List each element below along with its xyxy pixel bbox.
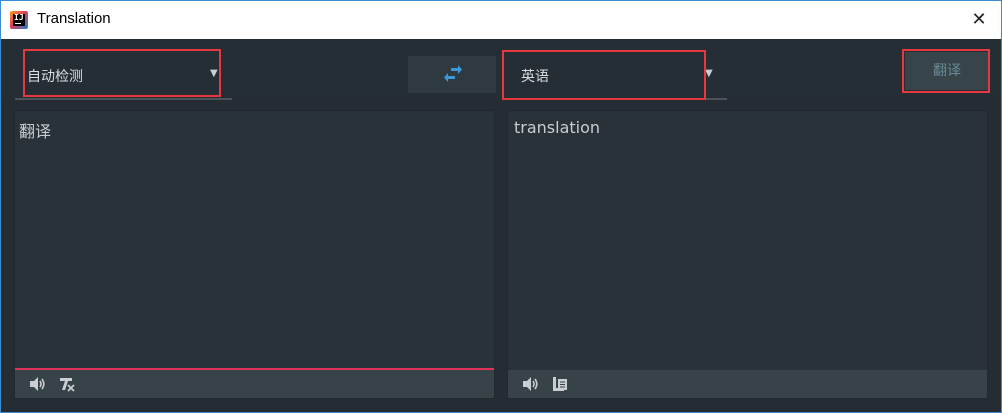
clear-text-icon[interactable] — [58, 375, 76, 393]
translation-window: IJ Translation ✕ 自动检测 ▼ 英语 ▼ 翻译 翻译 trans… — [0, 0, 1002, 413]
swap-languages-button[interactable] — [408, 56, 496, 93]
swap-arrows-icon — [444, 65, 462, 82]
speaker-icon[interactable] — [28, 375, 46, 393]
window-title: Translation — [37, 10, 111, 27]
source-text-panel[interactable]: 翻译 — [14, 110, 495, 399]
copy-icon[interactable] — [551, 375, 569, 393]
source-text[interactable]: 翻译 — [19, 118, 51, 142]
source-panel-toolbar — [15, 370, 494, 398]
app-logo-icon: IJ — [10, 11, 28, 29]
speaker-icon[interactable] — [521, 375, 539, 393]
chevron-down-icon: ▼ — [705, 68, 713, 79]
translate-button-highlight — [902, 49, 990, 93]
target-text-panel: translation — [507, 110, 988, 399]
close-button[interactable]: ✕ — [965, 7, 993, 33]
target-panel-toolbar — [508, 370, 987, 398]
title-bar: IJ Translation ✕ — [1, 1, 1001, 39]
toolbar: 自动检测 ▼ 英语 ▼ 翻译 — [1, 39, 1001, 101]
target-select-highlight — [502, 50, 706, 100]
translated-text: translation — [514, 118, 601, 137]
close-icon: ✕ — [971, 9, 987, 30]
source-select-highlight — [23, 49, 221, 97]
